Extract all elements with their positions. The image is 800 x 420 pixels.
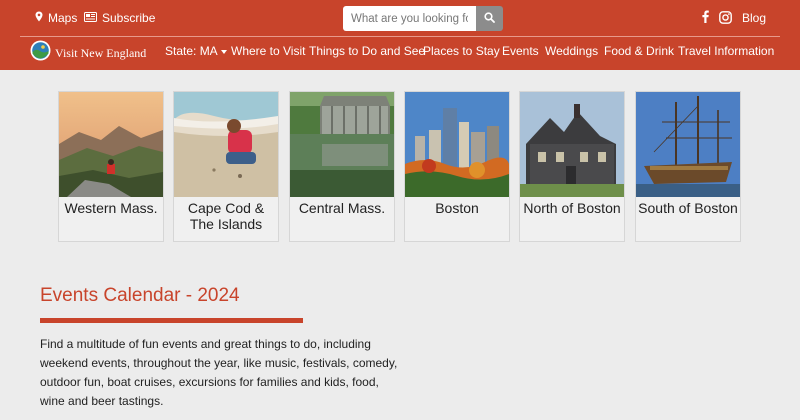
region-label: Boston bbox=[435, 200, 479, 216]
caret-down-icon bbox=[220, 49, 227, 54]
nav-item-label: Where to Visit bbox=[231, 44, 306, 58]
nav-item-label: Things to Do and See bbox=[309, 44, 426, 58]
nav-item-where-to-visit[interactable]: Where to Visit bbox=[231, 44, 305, 58]
maps-link[interactable]: Maps bbox=[35, 11, 77, 25]
search-button[interactable] bbox=[476, 6, 503, 31]
region-card-boston[interactable]: Boston bbox=[404, 91, 510, 242]
central-mass-photo bbox=[290, 92, 394, 197]
region-card-central-mass[interactable]: Central Mass. bbox=[289, 91, 395, 242]
subscribe-link[interactable]: Subscribe bbox=[84, 11, 155, 25]
nav-item-events[interactable]: Events bbox=[502, 44, 539, 58]
nav-item-label: Weddings bbox=[545, 44, 599, 58]
facebook-link[interactable] bbox=[702, 10, 709, 26]
western-mass-photo bbox=[59, 92, 163, 197]
title-underline bbox=[40, 318, 303, 323]
boston-photo bbox=[405, 92, 509, 197]
cape-cod-photo bbox=[174, 92, 278, 197]
region-card-north-of-boston[interactable]: North of Boston bbox=[519, 91, 625, 242]
nav-item-label: Food & Drink bbox=[604, 44, 675, 58]
nav-item-label: Events bbox=[502, 44, 539, 58]
site-header: Maps Subscribe Blog bbox=[0, 0, 800, 70]
region-card-south-of-boston[interactable]: South of Boston bbox=[635, 91, 741, 242]
nav-item-label: Travel Information bbox=[678, 44, 775, 58]
region-card-western-mass[interactable]: Western Mass. bbox=[58, 91, 164, 242]
north-of-boston-photo bbox=[520, 92, 624, 197]
region-label: Cape Cod & The Islands bbox=[187, 200, 265, 232]
map-pin-icon bbox=[35, 11, 43, 25]
region-label: Western Mass. bbox=[64, 200, 158, 216]
logo-emblem-icon bbox=[30, 40, 51, 66]
nav-item-state[interactable]: State: MA bbox=[165, 44, 227, 58]
blog-link[interactable]: Blog bbox=[742, 11, 766, 25]
logo-text: Visit New England bbox=[55, 45, 147, 60]
instagram-icon bbox=[719, 11, 732, 27]
nav-item-weddings[interactable]: Weddings bbox=[545, 44, 598, 58]
header-divider bbox=[20, 36, 780, 37]
instagram-link[interactable] bbox=[719, 11, 732, 27]
nav-item-travel-information[interactable]: Travel Information bbox=[678, 44, 774, 58]
nav-item-things-to-do[interactable]: Things to Do and See bbox=[309, 44, 425, 58]
site-logo[interactable]: Visit New England bbox=[30, 40, 146, 66]
events-description: Find a multitude of fun events and great… bbox=[40, 337, 398, 408]
region-label: South of Boston bbox=[638, 200, 738, 216]
nav-item-food-drink[interactable]: Food & Drink bbox=[604, 44, 674, 58]
nav-item-places-to-stay[interactable]: Places to Stay bbox=[423, 44, 500, 58]
region-card-cape-cod[interactable]: Cape Cod & The Islands bbox=[173, 91, 279, 242]
search-input[interactable] bbox=[343, 6, 476, 31]
search-icon bbox=[484, 10, 495, 28]
region-label: Central Mass. bbox=[298, 200, 386, 216]
subscribe-label: Subscribe bbox=[102, 11, 156, 25]
maps-label: Maps bbox=[48, 11, 78, 25]
top-bar: Maps Subscribe Blog bbox=[0, 0, 800, 36]
main-nav: Visit New England State: MA Where to Vis… bbox=[0, 38, 800, 66]
south-of-boston-photo bbox=[636, 92, 740, 197]
search-form bbox=[343, 6, 503, 31]
newspaper-icon bbox=[84, 11, 97, 25]
blog-label: Blog bbox=[742, 11, 767, 25]
facebook-icon bbox=[702, 10, 709, 26]
events-title: Events Calendar - 2024 bbox=[40, 285, 240, 306]
nav-item-label: Places to Stay bbox=[423, 44, 500, 58]
region-label: North of Boston bbox=[523, 200, 621, 216]
nav-item-label: State: MA bbox=[165, 44, 218, 58]
